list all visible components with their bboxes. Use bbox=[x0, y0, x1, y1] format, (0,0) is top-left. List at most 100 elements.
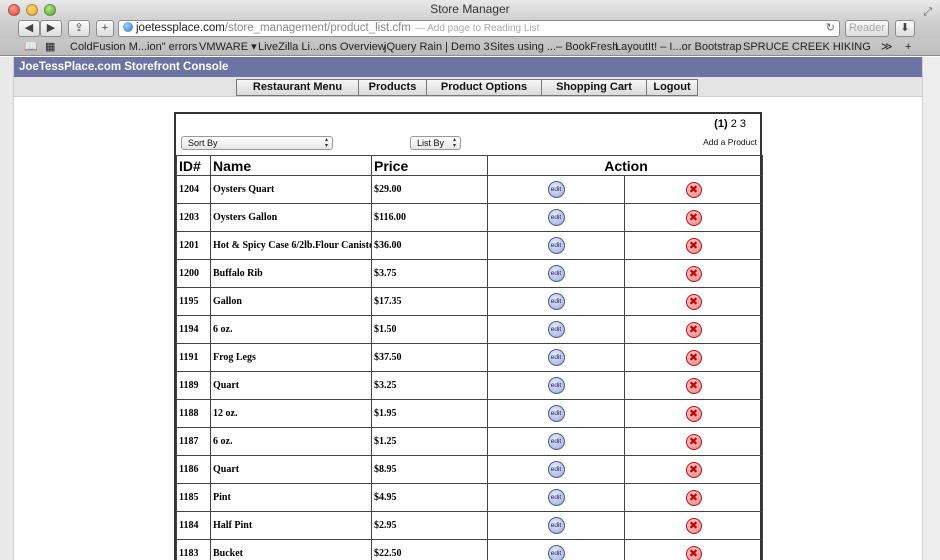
product-price: $116.00 bbox=[371, 203, 488, 232]
bookmark-item[interactable]: Sites using ...– BookFresh bbox=[490, 39, 618, 55]
product-name: Quart bbox=[210, 455, 372, 484]
delete-icon[interactable]: ✖ bbox=[685, 461, 702, 478]
delete-icon[interactable]: ✖ bbox=[685, 405, 702, 422]
edit-button[interactable]: edit bbox=[547, 181, 565, 198]
bookmark-item[interactable]: SPRUCE CREEK HIKING bbox=[743, 39, 871, 55]
edit-button[interactable]: edit bbox=[547, 349, 565, 366]
delete-icon[interactable]: ✖ bbox=[685, 321, 702, 338]
list-by-select[interactable]: List By bbox=[410, 136, 461, 150]
col-header-price: Price bbox=[371, 155, 488, 176]
close-window-button[interactable] bbox=[8, 4, 20, 16]
product-price: $4.95 bbox=[371, 483, 488, 512]
forward-icon: ▶ bbox=[46, 22, 56, 34]
table-row: 1187 6 oz. $1.25 edit ✖ bbox=[176, 427, 763, 456]
edit-button[interactable]: edit bbox=[547, 517, 565, 534]
delete-cell: ✖ bbox=[624, 231, 763, 260]
globe-icon bbox=[123, 22, 133, 32]
new-tab-button[interactable]: + bbox=[96, 20, 114, 37]
product-id: 1201 bbox=[176, 231, 211, 260]
reading-list-icon[interactable]: 📖 bbox=[24, 39, 38, 55]
reload-icon[interactable]: ↻ bbox=[826, 21, 835, 36]
delete-icon[interactable]: ✖ bbox=[685, 181, 702, 198]
product-id: 1194 bbox=[176, 315, 211, 344]
delete-icon[interactable]: ✖ bbox=[685, 349, 702, 366]
share-button[interactable]: ⇪ bbox=[68, 20, 90, 37]
edit-button[interactable]: edit bbox=[547, 461, 565, 478]
edit-button[interactable]: edit bbox=[547, 209, 565, 226]
product-id: 1188 bbox=[176, 399, 211, 428]
product-id: 1187 bbox=[176, 427, 211, 456]
bookmark-item[interactable]: LiveZilla Li...ons Overview bbox=[258, 39, 386, 55]
zoom-window-button[interactable] bbox=[44, 4, 56, 16]
product-price: $8.95 bbox=[371, 455, 488, 484]
bookmark-item[interactable]: LayoutIt! – I...or Bootstrap bbox=[615, 39, 742, 55]
product-price: $1.25 bbox=[371, 427, 488, 456]
col-header-id: ID# bbox=[176, 155, 211, 176]
delete-cell: ✖ bbox=[624, 399, 763, 428]
reader-label: Reader bbox=[848, 22, 886, 34]
table-row: 1201 Hot & Spicy Case 6/2lb.Flour Caniste… bbox=[176, 231, 763, 260]
page-link[interactable]: 2 bbox=[731, 118, 737, 130]
product-id: 1203 bbox=[176, 203, 211, 232]
page-link[interactable]: 3 bbox=[740, 118, 746, 130]
products-table: ID# Name Price Action 1204 Oysters Quart $… bbox=[176, 155, 763, 560]
product-name: 6 oz. bbox=[210, 315, 372, 344]
edit-button[interactable]: edit bbox=[547, 377, 565, 394]
edit-button[interactable]: edit bbox=[547, 265, 565, 282]
product-id: 1204 bbox=[176, 175, 211, 204]
delete-cell: ✖ bbox=[624, 287, 763, 316]
delete-icon[interactable]: ✖ bbox=[685, 489, 702, 506]
downloads-button[interactable]: ⬇ bbox=[895, 20, 915, 37]
forward-button[interactable]: ▶ bbox=[40, 20, 62, 37]
plus-icon: + bbox=[101, 22, 109, 34]
back-button[interactable]: ◀ bbox=[18, 20, 40, 37]
delete-icon[interactable]: ✖ bbox=[685, 209, 702, 226]
table-row: 1194 6 oz. $1.50 edit ✖ bbox=[176, 315, 763, 344]
delete-cell: ✖ bbox=[624, 511, 763, 540]
sort-by-select[interactable]: Sort By bbox=[181, 136, 333, 150]
table-row: 1184 Half Pint $2.95 edit ✖ bbox=[176, 511, 763, 540]
nav-product-options[interactable]: Product Options bbox=[426, 79, 541, 96]
nav-restaurant-menu[interactable]: Restaurant Menu bbox=[236, 79, 358, 96]
vertical-scrollbar[interactable] bbox=[922, 57, 940, 560]
top-sites-icon[interactable]: ▦ bbox=[45, 39, 55, 55]
edit-button[interactable]: edit bbox=[547, 405, 565, 422]
delete-icon[interactable]: ✖ bbox=[685, 517, 702, 534]
add-tab-icon[interactable]: + bbox=[905, 39, 911, 55]
bookmark-item[interactable]: ColdFusion M...ion" errors bbox=[70, 39, 197, 55]
add-product-link[interactable]: Add a Product bbox=[703, 137, 757, 147]
nav-products[interactable]: Products bbox=[358, 79, 426, 96]
table-row: 1186 Quart $8.95 edit ✖ bbox=[176, 455, 763, 484]
delete-icon[interactable]: ✖ bbox=[685, 293, 702, 310]
delete-icon[interactable]: ✖ bbox=[685, 237, 702, 254]
edit-button[interactable]: edit bbox=[547, 237, 565, 254]
edit-button[interactable]: edit bbox=[547, 433, 565, 450]
minimize-window-button[interactable] bbox=[26, 4, 38, 16]
table-row: 1195 Gallon $17.35 edit ✖ bbox=[176, 287, 763, 316]
window-title: Store Manager bbox=[430, 2, 510, 16]
table-row: 1185 Pint $4.95 edit ✖ bbox=[176, 483, 763, 512]
nav-logout[interactable]: Logout bbox=[646, 79, 698, 96]
product-list-panel: (1) 2 3 Sort By List By Add a Product ID… bbox=[174, 112, 763, 560]
address-bar[interactable]: joetessplace.com/store_management/produc… bbox=[118, 20, 840, 37]
site-title: JoeTessPlace.com Storefront Console bbox=[14, 57, 922, 77]
edit-button[interactable]: edit bbox=[547, 293, 565, 310]
more-bookmarks-icon[interactable]: ≫ bbox=[881, 39, 893, 55]
edit-button[interactable]: edit bbox=[547, 321, 565, 338]
browser-toolbar: ◀ ▶ ⇪ + joetessplace.com/store_managemen… bbox=[0, 19, 940, 39]
delete-icon[interactable]: ✖ bbox=[685, 433, 702, 450]
edit-button[interactable]: edit bbox=[547, 545, 565, 560]
edit-cell: edit bbox=[487, 399, 625, 428]
product-name: 12 oz. bbox=[210, 399, 372, 428]
main-nav: Restaurant Menu Products Product Options… bbox=[14, 77, 922, 97]
edit-button[interactable]: edit bbox=[547, 489, 565, 506]
reader-button[interactable]: Reader bbox=[845, 20, 889, 37]
download-icon: ⬇ bbox=[900, 22, 910, 34]
nav-shopping-cart[interactable]: Shopping Cart bbox=[541, 79, 646, 96]
bookmark-item[interactable]: jQuery Rain | Demo 3 bbox=[384, 39, 490, 55]
delete-icon[interactable]: ✖ bbox=[685, 265, 702, 282]
delete-icon[interactable]: ✖ bbox=[685, 545, 702, 560]
delete-icon[interactable]: ✖ bbox=[685, 377, 702, 394]
bookmark-item[interactable]: VMWARE ▾ bbox=[199, 39, 257, 55]
left-gutter bbox=[0, 57, 14, 560]
